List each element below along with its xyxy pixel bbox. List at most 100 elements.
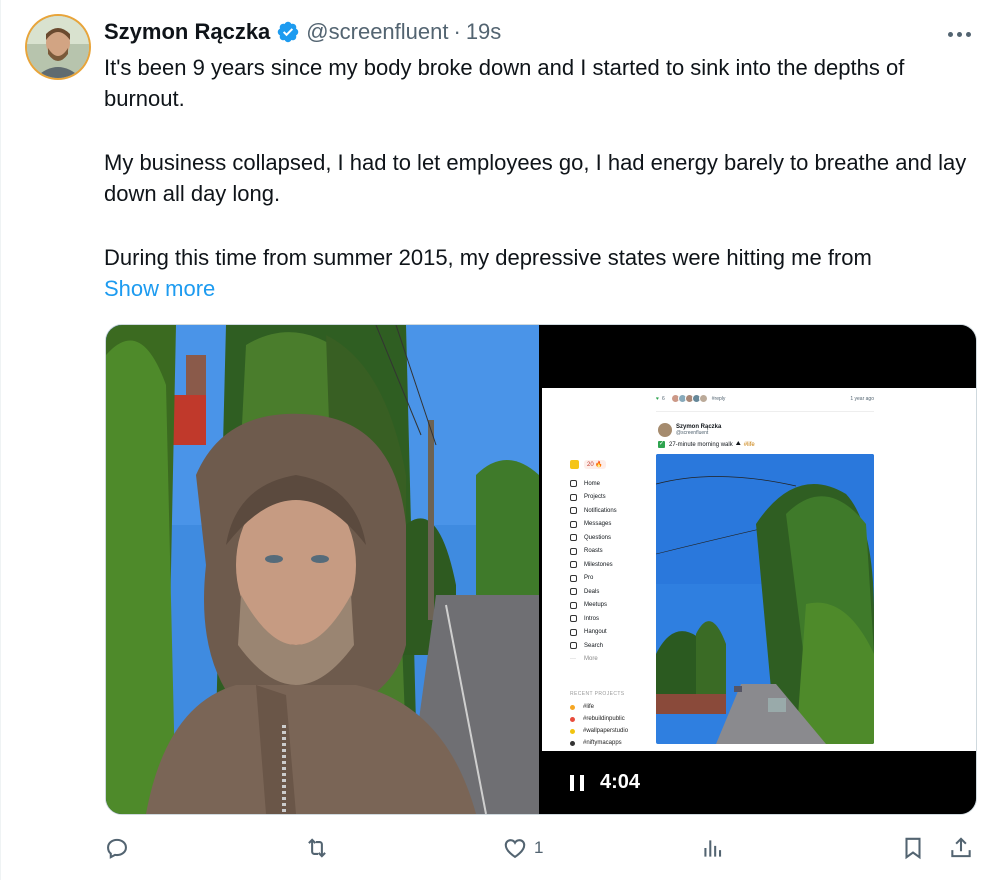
sidebar-item-label: Questions [584,534,612,541]
views-button[interactable] [700,834,732,862]
post-text-label: 27-minute morning walk [669,441,733,448]
sidebar-item-label: More [584,656,598,663]
bookmark-icon [905,837,921,860]
recent-project-label: #wallpaperstudio [583,728,629,734]
messages-icon [570,520,577,528]
sidebar-item: Roasts [570,545,654,559]
media-grid: 20 🔥 Home Projects Notifications Message… [105,324,977,815]
timeline-border [0,0,1,880]
video-frame: 20 🔥 Home Projects Notifications Message… [542,388,976,751]
roasts-icon [570,547,577,555]
tweet-paragraph: It's been 9 years since my body broke do… [104,55,905,111]
sidebar-item-label: Milestones [584,561,613,568]
sidebar-item-label: Projects [584,494,606,501]
deals-icon [570,588,577,596]
sidebar-item-label: Deals [584,588,600,595]
walk-photo [656,454,874,744]
projects-icon [570,493,577,501]
selfie-photo[interactable] [106,325,539,814]
recent-project-item: #wallpaperstudio [570,725,628,737]
sidebar-item-label: Search [584,642,604,649]
bookmark-button[interactable] [900,834,926,862]
tweet-paragraph: During this time from summer 2015, my de… [104,245,872,270]
post-handle: @screenfluent [676,430,709,436]
post-header: Szymon Rączka @screenfluent [658,423,721,437]
post-avatar [658,423,672,437]
recent-project-label: #life [583,704,595,710]
meetups-icon [570,601,577,609]
repost-button[interactable] [304,834,336,862]
home-icon [570,480,577,488]
pause-icon[interactable] [570,774,584,791]
app-sidebar: 20 🔥 Home Projects Notifications Message… [570,460,654,666]
likes-row: ♥ 6 #reply 1 year ago [656,394,874,403]
tweet-paragraph: My business collapsed, I had to let empl… [104,150,967,206]
recent-projects: RECENT PROJECTS #life #rebuildinpublic #… [570,691,628,749]
sidebar-item-label: Notifications [584,507,617,514]
sidebar-item: Messages [570,518,654,532]
sidebar-item-label: Intros [584,615,600,622]
hangout-icon [570,628,577,636]
sidebar-item-label: Roasts [584,548,603,555]
recent-project-item: #niftymacapps [570,737,628,749]
views-icon [704,840,722,857]
reply-label: #reply [711,395,726,402]
reply-button[interactable] [104,834,136,862]
verified-badge-icon [278,21,299,43]
video-duration: 4:04 [600,771,641,793]
share-button[interactable] [948,834,974,862]
sidebar-item: Questions [570,531,654,545]
heart-icon [504,839,526,859]
recent-project-label: #niftymacapps [583,740,622,746]
sidebar-item: Milestones [570,558,654,572]
avatar[interactable] [27,16,89,78]
sidebar-item: Pro [570,572,654,586]
bell-icon [570,507,577,515]
sidebar-item-label: Messages [584,521,612,528]
timestamp[interactable]: 19s [466,19,501,45]
author-handle[interactable]: @screenfluent [306,19,448,45]
sidebar-item: Hangout [570,626,654,640]
checkmark-icon: ✓ [658,441,665,448]
post-age: 1 year ago [850,395,874,402]
action-bar: 1 [104,830,980,866]
tweet-header: Szymon Rączka @screenfluent · 19s [104,16,501,48]
repost-icon [308,838,326,858]
app-logo-icon [570,460,579,469]
sidebar-item: Meetups [570,599,654,613]
reply-icon [107,838,127,859]
video-controls: 4:04 [542,751,976,814]
sidebar-item-label: Pro [584,575,594,582]
intros-icon [570,615,577,623]
post-text: ✓ 27-minute morning walk ⛰ #life [658,441,755,448]
like-button[interactable]: 1 [502,834,543,862]
sidebar-item: Projects [570,491,654,505]
more-options-icon[interactable] [944,22,974,46]
recent-project-item: #life [570,701,628,713]
milestones-icon [570,561,577,569]
pro-icon [570,574,577,582]
like-count: 1 [534,838,544,857]
sidebar-item-label: Meetups [584,602,608,609]
app-feed: ♥ 6 #reply 1 year ago Szymon Rączka @scr… [656,388,874,751]
author-name[interactable]: Szymon Rączka [104,19,270,45]
share-icon [951,837,971,858]
video-player[interactable]: 20 🔥 Home Projects Notifications Message… [542,325,976,814]
sidebar-item: Notifications [570,504,654,518]
question-icon [570,534,577,542]
recent-project-label: #rebuildinpublic [583,716,625,722]
streak-badge: 20 🔥 [584,460,606,469]
likes-count: 6 [661,395,665,402]
sidebar-item-more: ··· More [570,656,598,663]
header-separator: · [453,19,461,44]
search-icon [570,642,577,650]
sidebar-item-label: Home [584,480,601,487]
sidebar-item: Search [570,639,654,653]
tweet-text: It's been 9 years since my body broke do… [104,52,974,273]
sidebar-item-label: Hangout [584,629,607,636]
show-more-link[interactable]: Show more [104,273,215,304]
post-tag: #life [743,441,755,448]
sidebar-item: Deals [570,585,654,599]
sidebar-item: Intros [570,612,654,626]
sidebar-item: Home [570,477,654,491]
